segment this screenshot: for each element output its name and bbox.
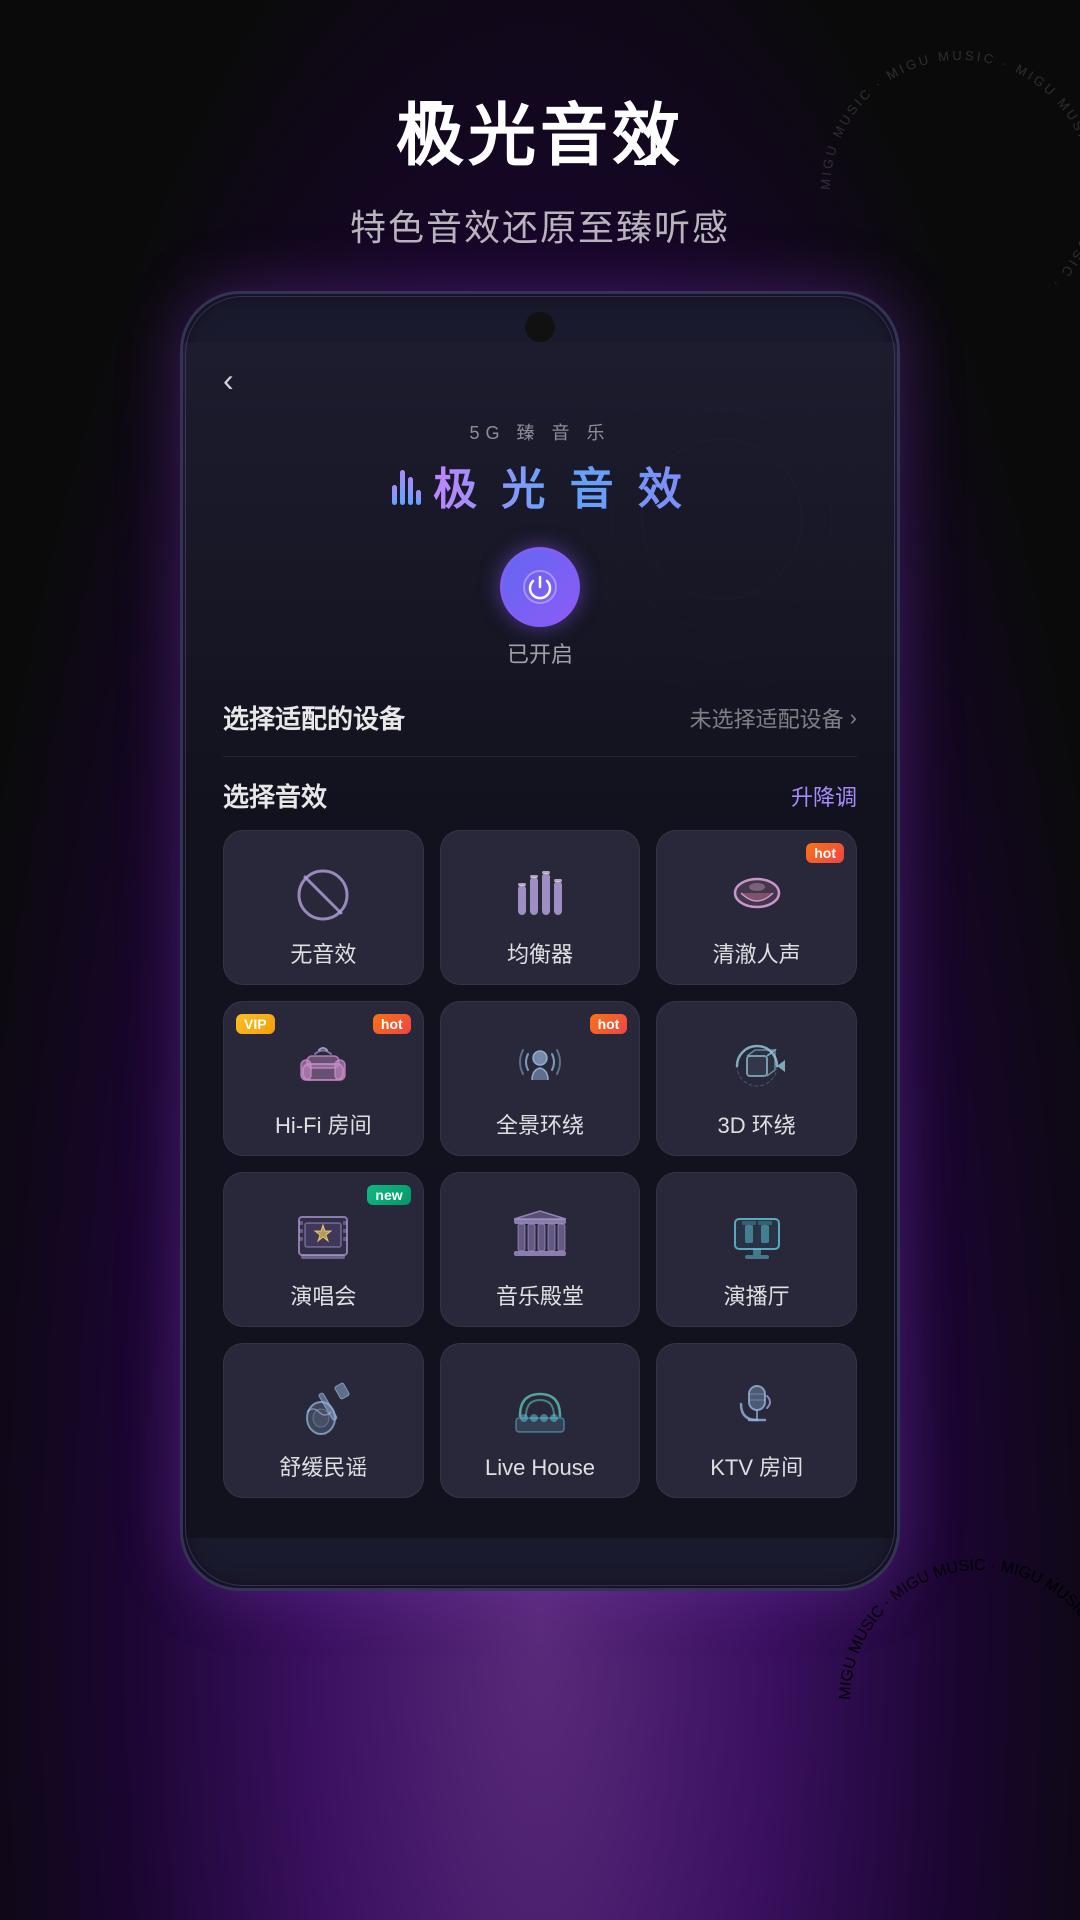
effect-equalizer[interactable]: 均衡器 bbox=[440, 830, 641, 985]
effect-clear-voice[interactable]: hot 清澈人声 bbox=[656, 830, 857, 985]
page-title: 极光音效 bbox=[396, 80, 684, 179]
page-header: 极光音效 特色音效还原至臻听感 bbox=[0, 0, 1080, 251]
device-action-text: 未选择适配设备 bbox=[690, 702, 844, 734]
hifi-room-label: Hi-Fi 房间 bbox=[275, 1113, 372, 1139]
clear-voice-label: 清澈人声 bbox=[713, 942, 801, 968]
app-subtitle: 5G 臻 音 乐 bbox=[223, 419, 857, 445]
broadcast-icon bbox=[722, 1202, 792, 1272]
stage-icon bbox=[288, 1202, 358, 1272]
no-sound-label: 无音效 bbox=[290, 942, 356, 968]
effect-no-sound[interactable]: 无音效 bbox=[223, 830, 424, 985]
effect-panoramic[interactable]: hot bbox=[440, 1001, 641, 1156]
eq-bar-1 bbox=[392, 485, 397, 505]
live-house-label: Live House bbox=[485, 1455, 595, 1481]
phone-mockup: ‹ 5G 臻 音 乐 极 光 音 效 bbox=[180, 291, 900, 1591]
effect-hifi-room[interactable]: VIP hot bbox=[223, 1001, 424, 1156]
music-hall-label: 音乐殿堂 bbox=[496, 1284, 584, 1310]
live-house-icon bbox=[505, 1373, 575, 1443]
effect-music-hall[interactable]: 音乐殿堂 bbox=[440, 1172, 641, 1327]
3d-surround-label: 3D 环绕 bbox=[718, 1113, 796, 1139]
effect-3d-surround[interactable]: 3D 环绕 bbox=[656, 1001, 857, 1156]
power-status: 已开启 bbox=[223, 637, 857, 669]
hall-icon bbox=[505, 1202, 575, 1272]
sound-header: 选择音效 升降调 bbox=[223, 757, 857, 830]
device-chevron-icon: › bbox=[850, 705, 857, 731]
app-name: 极 光 音 效 bbox=[433, 453, 688, 517]
sofa-icon bbox=[288, 1031, 358, 1101]
hot-badge-panoramic: hot bbox=[590, 1014, 628, 1034]
page-subtitle: 特色音效还原至臻听感 bbox=[0, 199, 1080, 251]
ktv-label: KTV 房间 bbox=[710, 1455, 803, 1481]
vip-badge-hifi: VIP bbox=[236, 1014, 275, 1034]
folk-label: 舒缓民谣 bbox=[279, 1455, 367, 1481]
device-label: 选择适配的设备 bbox=[223, 699, 405, 736]
3d-box-icon bbox=[722, 1031, 792, 1101]
no-sound-icon bbox=[288, 860, 358, 930]
equalizer-label: 均衡器 bbox=[507, 942, 573, 968]
mic-icon bbox=[722, 1373, 792, 1443]
sound-label: 选择音效 bbox=[223, 777, 327, 814]
effect-live-house[interactable]: Live House bbox=[440, 1343, 641, 1498]
effect-folk[interactable]: 舒缓民谣 bbox=[223, 1343, 424, 1498]
device-action[interactable]: 未选择适配设备 › bbox=[690, 702, 857, 734]
equalizer-icon bbox=[392, 465, 421, 505]
guitar-icon bbox=[288, 1373, 358, 1443]
concert-label: 演唱会 bbox=[290, 1284, 356, 1310]
eq-bar-4 bbox=[416, 490, 421, 505]
sound-effect-section: 选择音效 升降调 无音效 bbox=[223, 757, 857, 1498]
panoramic-label: 全景环绕 bbox=[496, 1113, 584, 1139]
eq-bar-3 bbox=[408, 477, 413, 505]
phone-frame: ‹ 5G 臻 音 乐 极 光 音 效 bbox=[180, 291, 900, 1591]
effect-ktv[interactable]: KTV 房间 bbox=[656, 1343, 857, 1498]
lips-icon bbox=[722, 860, 792, 930]
eq-bar-2 bbox=[400, 470, 405, 505]
effects-grid: 无音效 bbox=[223, 830, 857, 1498]
device-selection-row[interactable]: 选择适配的设备 未选择适配设备 › bbox=[223, 679, 857, 757]
effect-concert[interactable]: new bbox=[223, 1172, 424, 1327]
hot-badge-clear-voice: hot bbox=[806, 843, 844, 863]
hot-badge-hifi: hot bbox=[373, 1014, 411, 1034]
app-logo-main: 极 光 音 效 bbox=[223, 453, 857, 517]
surround-person-icon bbox=[505, 1031, 575, 1101]
equalizer-bars-icon bbox=[505, 860, 575, 930]
phone-notch bbox=[525, 312, 555, 342]
power-section: 已开启 bbox=[223, 537, 857, 679]
new-badge-concert: new bbox=[367, 1185, 410, 1205]
power-button[interactable] bbox=[500, 547, 580, 627]
pitch-adjust-button[interactable]: 升降调 bbox=[791, 780, 857, 812]
app-logo-area: 5G 臻 音 乐 极 光 音 效 bbox=[223, 409, 857, 537]
effect-auditorium[interactable]: 演播厅 bbox=[656, 1172, 857, 1327]
back-button[interactable]: ‹ bbox=[223, 342, 857, 409]
auditorium-label: 演播厅 bbox=[724, 1284, 790, 1310]
